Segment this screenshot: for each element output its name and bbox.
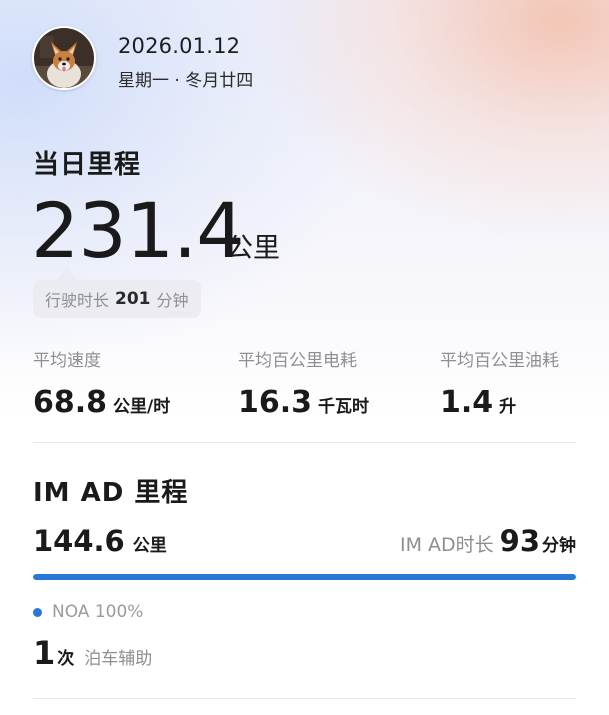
driving-duration-bubble: 行驶时长 201 分钟 (33, 268, 201, 318)
noa-dot-icon (33, 607, 42, 617)
daily-mileage-unit: 公里 (226, 233, 280, 264)
driving-duration-unit: 分钟 (156, 291, 189, 310)
avatar[interactable] (32, 26, 96, 90)
avg-fuel-consumption-stat: 平均百公里油耗 1.4 升 (440, 346, 559, 420)
noa-progress-bar (33, 574, 576, 580)
daily-mileage-title: 当日里程 (33, 150, 142, 180)
parking-assist: 1 次 泊车辅助 (33, 634, 152, 672)
divider (33, 442, 576, 443)
noa-legend-text: NOA 100% (52, 602, 144, 622)
imad-mileage-title: IM AD 里程 (33, 478, 189, 508)
imad-mileage-value: 144.6 (33, 524, 125, 558)
avg-speed-value: 68.8 (33, 385, 108, 420)
avg-fuel-unit: 升 (499, 397, 517, 417)
noa-legend: NOA 100% (33, 602, 143, 622)
avg-speed-stat: 平均速度 68.8 公里/时 (33, 346, 170, 420)
avg-power-unit: 千瓦时 (318, 397, 370, 417)
noa-progress-fill (33, 574, 576, 580)
avg-power-consumption-stat: 平均百公里电耗 16.3 千瓦时 (238, 346, 369, 420)
parking-count-value: 1 (33, 634, 56, 672)
imad-duration-label: IM AD时长 (399, 534, 494, 556)
avg-speed-label: 平均速度 (33, 351, 101, 371)
imad-mileage-unit: 公里 (132, 536, 167, 556)
daily-mileage-value: 231.4 (31, 186, 245, 275)
imad-duration: IM AD时长 93 分钟 (400, 524, 576, 558)
imad-mileage: 144.6 公里 (33, 524, 167, 558)
avg-power-value: 16.3 (238, 385, 313, 420)
divider (33, 698, 576, 699)
imad-duration-value: 93 (499, 524, 540, 558)
date-text: 2026.01.12 (118, 34, 241, 58)
imad-duration-unit: 分钟 (542, 536, 576, 556)
driving-duration-label: 行驶时长 (45, 291, 110, 310)
weekday-lunar-text: 星期一 · 冬月廿四 (118, 71, 254, 91)
avg-fuel-label: 平均百公里油耗 (440, 351, 559, 371)
avg-speed-unit: 公里/时 (113, 397, 171, 417)
dog-avatar-icon (34, 28, 94, 88)
parking-assist-label: 泊车辅助 (84, 649, 153, 669)
driving-duration-value: 201 (115, 289, 151, 309)
avg-fuel-value: 1.4 (440, 385, 494, 420)
parking-count-unit: 次 (57, 649, 75, 669)
avg-power-label: 平均百公里电耗 (238, 351, 357, 371)
